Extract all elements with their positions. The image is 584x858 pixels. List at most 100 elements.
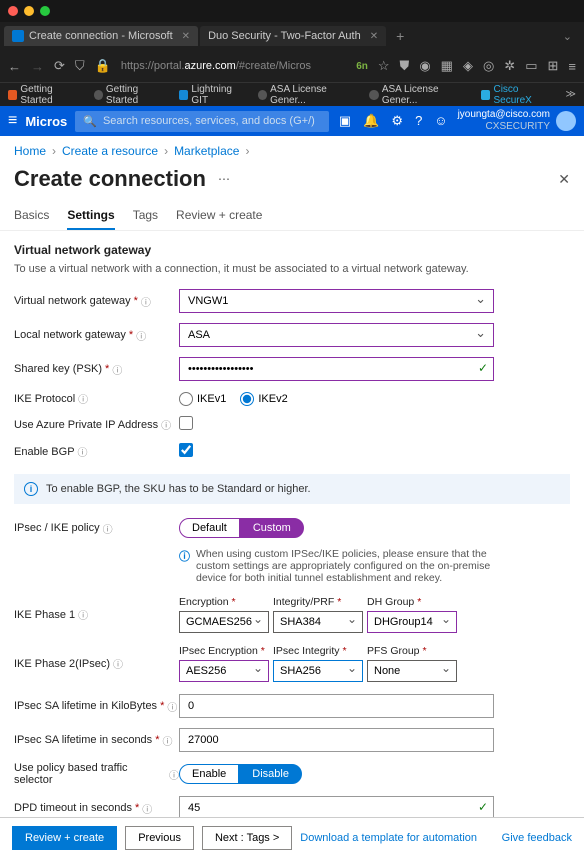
- minimize-window-icon[interactable]: [24, 6, 34, 16]
- help-icon[interactable]: ?: [415, 113, 422, 129]
- sa-kb-input[interactable]: [179, 694, 494, 718]
- breadcrumb-item[interactable]: Create a resource: [62, 144, 158, 158]
- pocket-icon[interactable]: ⛊: [400, 58, 410, 74]
- info-icon[interactable]: ⓘ: [161, 417, 171, 432]
- new-tab-button[interactable]: +: [388, 28, 412, 44]
- bookmark-item[interactable]: ASA License Gener...: [369, 84, 471, 106]
- bookmark-item[interactable]: Lightning GIT: [179, 84, 248, 106]
- qr-icon[interactable]: ▦: [441, 58, 453, 74]
- psk-input[interactable]: [179, 357, 494, 381]
- lng-label: Local network gateway: [14, 329, 126, 341]
- sa-sec-label: IPsec SA lifetime in seconds: [14, 734, 152, 746]
- sa-kb-label: IPsec SA lifetime in KiloBytes: [14, 700, 157, 712]
- bookmark-item[interactable]: Cisco SecureX: [481, 84, 555, 106]
- ext2-icon[interactable]: ◈: [463, 58, 473, 74]
- selector-disable-button[interactable]: Disable: [239, 764, 302, 784]
- info-icon[interactable]: ⓘ: [78, 391, 88, 406]
- policy-label: IPsec / IKE policy: [14, 522, 100, 534]
- sa-sec-input[interactable]: [179, 728, 494, 752]
- previous-button[interactable]: Previous: [125, 826, 194, 850]
- policy-custom-button[interactable]: Custom: [240, 518, 304, 538]
- maximize-window-icon[interactable]: [40, 6, 50, 16]
- feedback-icon[interactable]: ☺: [434, 113, 447, 129]
- close-window-icon[interactable]: [8, 6, 18, 16]
- tab-basics[interactable]: Basics: [14, 202, 49, 230]
- breadcrumb-item[interactable]: Marketplace: [174, 144, 239, 158]
- ext4-icon[interactable]: ✲: [504, 58, 515, 74]
- info-icon[interactable]: ⓘ: [78, 607, 88, 622]
- cloud-shell-icon[interactable]: ▣: [339, 113, 351, 129]
- info-icon[interactable]: ⓘ: [142, 801, 152, 816]
- selector-enable-button[interactable]: Enable: [179, 764, 239, 784]
- hamburger-menu[interactable]: ≡: [8, 112, 17, 130]
- close-blade-icon[interactable]: ✕: [558, 171, 570, 188]
- privip-checkbox[interactable]: [179, 416, 193, 430]
- bookmark-item[interactable]: Getting Started: [8, 84, 84, 106]
- search-icon: 🔍: [83, 115, 97, 128]
- give-feedback-link[interactable]: Give feedback: [502, 832, 572, 844]
- star-icon[interactable]: ☆: [378, 58, 390, 74]
- ext3-icon[interactable]: ◎: [483, 58, 494, 74]
- page-badge: 6n: [356, 61, 368, 72]
- info-icon[interactable]: ⓘ: [167, 699, 177, 714]
- review-create-button[interactable]: Review + create: [12, 826, 117, 850]
- bgp-note: iTo enable BGP, the SKU has to be Standa…: [14, 474, 570, 504]
- page-title: Create connection: [14, 166, 206, 192]
- p1-enc-select[interactable]: [179, 611, 269, 633]
- info-icon[interactable]: ⓘ: [103, 521, 113, 536]
- more-actions-icon[interactable]: ⋯: [218, 172, 231, 186]
- lng-select[interactable]: [179, 323, 494, 347]
- reload-button[interactable]: ⟳: [54, 58, 65, 74]
- info-icon[interactable]: ⓘ: [141, 294, 151, 309]
- info-icon[interactable]: ⓘ: [162, 733, 172, 748]
- p1-dh-select[interactable]: [367, 611, 457, 633]
- azure-icon: [12, 30, 24, 42]
- p2-enc-select[interactable]: [179, 660, 269, 682]
- close-tab-icon[interactable]: ✕: [182, 31, 190, 42]
- info-icon[interactable]: ⓘ: [169, 767, 179, 782]
- section-title: Virtual network gateway: [14, 243, 570, 257]
- vng-select[interactable]: [179, 289, 494, 313]
- breadcrumb-item[interactable]: Home: [14, 144, 46, 158]
- info-icon[interactable]: ⓘ: [112, 362, 122, 377]
- settings-icon[interactable]: ⚙: [391, 113, 403, 129]
- close-tab-icon[interactable]: ✕: [370, 31, 378, 42]
- ikev1-radio[interactable]: IKEv1: [179, 392, 226, 406]
- bgp-checkbox[interactable]: [179, 443, 193, 457]
- notifications-icon[interactable]: 🔔: [363, 113, 379, 129]
- shield-icon[interactable]: ⛉: [75, 58, 85, 74]
- tab-tags[interactable]: Tags: [133, 202, 158, 230]
- account-info[interactable]: jyoungta@cisco.com CXSECURITY: [458, 109, 550, 133]
- bookmark-item[interactable]: Getting Started: [94, 84, 170, 106]
- info-icon[interactable]: ⓘ: [136, 328, 146, 343]
- ext-icon[interactable]: ◉: [419, 58, 430, 74]
- selector-label: Use policy based traffic selector: [14, 762, 166, 786]
- bookmarks-bar: Getting Started Getting Started Lightnin…: [0, 82, 584, 106]
- bookmark-item[interactable]: ASA License Gener...: [258, 84, 360, 106]
- window-titlebar: [0, 0, 584, 22]
- address-bar[interactable]: https://portal.azure.com/#create/Micros: [121, 60, 346, 72]
- policy-default-button[interactable]: Default: [179, 518, 240, 538]
- download-template-link[interactable]: Download a template for automation: [300, 832, 477, 844]
- next-button[interactable]: Next : Tags >: [202, 826, 292, 850]
- info-icon[interactable]: ⓘ: [113, 656, 123, 671]
- tab-review[interactable]: Review + create: [176, 202, 262, 230]
- policy-note: When using custom IPSec/IKE policies, pl…: [196, 548, 494, 584]
- ext5-icon[interactable]: ▭: [525, 58, 537, 74]
- ext6-icon[interactable]: ⊞: [548, 58, 559, 74]
- browser-tab-azure[interactable]: Create connection - Microsoft ✕: [4, 26, 198, 46]
- p2-int-select[interactable]: [273, 660, 363, 682]
- bookmarks-overflow[interactable]: ≫: [566, 89, 576, 100]
- p1-int-select[interactable]: [273, 611, 363, 633]
- back-button[interactable]: ←: [8, 59, 21, 74]
- azure-brand[interactable]: Micros: [25, 114, 67, 129]
- info-icon[interactable]: ⓘ: [78, 444, 88, 459]
- browser-tab-duo[interactable]: Duo Security - Two-Factor Auth ✕: [200, 26, 386, 46]
- ikev2-radio[interactable]: IKEv2: [240, 392, 287, 406]
- avatar[interactable]: [556, 111, 576, 131]
- menu-icon[interactable]: ≡: [568, 59, 576, 74]
- tab-settings[interactable]: Settings: [67, 202, 114, 230]
- p2-pfs-select[interactable]: [367, 660, 457, 682]
- azure-search[interactable]: 🔍 Search resources, services, and docs (…: [75, 111, 329, 132]
- tab-dropdown-icon[interactable]: ⌄: [555, 30, 580, 43]
